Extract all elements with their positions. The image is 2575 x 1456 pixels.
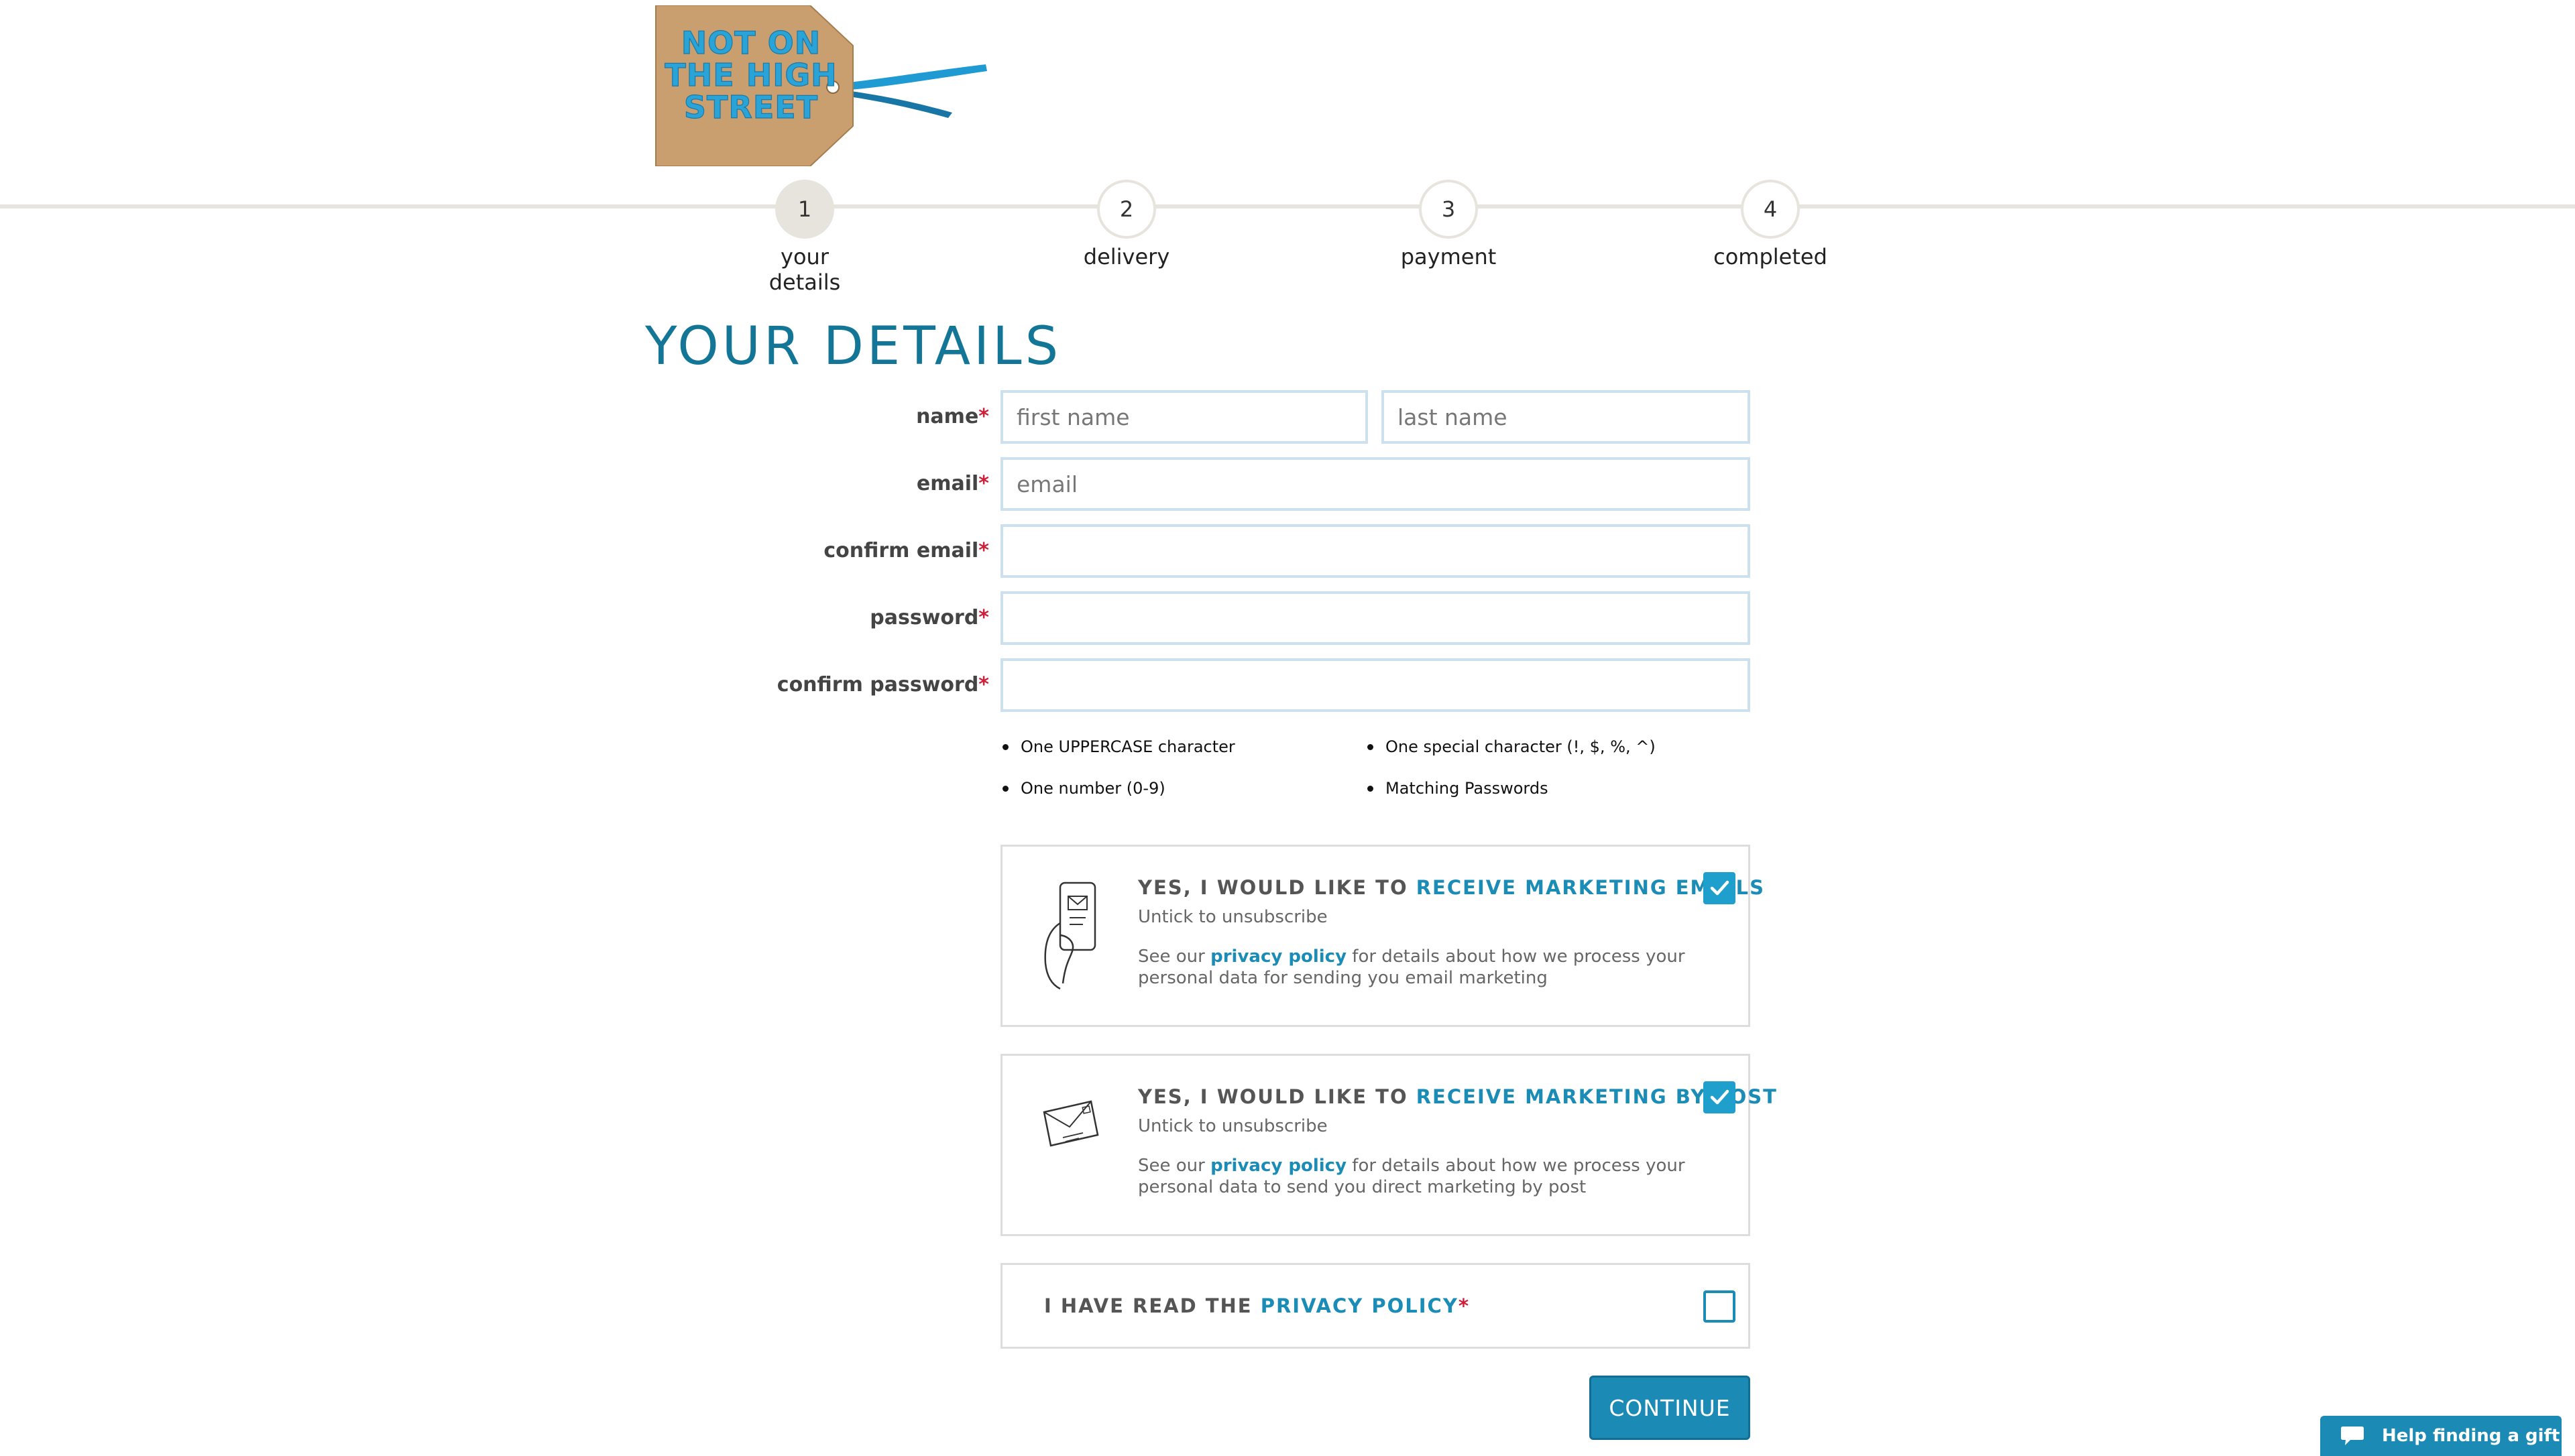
consent-heading: YES, I WOULD LIKE TO RECEIVE MARKETING E… xyxy=(1138,876,1766,899)
logo-line-1: NOT ON xyxy=(681,25,821,61)
consent-heading: YES, I WOULD LIKE TO RECEIVE MARKETING B… xyxy=(1138,1085,1778,1108)
password-input[interactable] xyxy=(1000,591,1750,645)
logo-line-2: THE HIGH xyxy=(665,57,837,93)
step-label: payment xyxy=(1400,244,1497,269)
phone-email-icon xyxy=(1044,882,1096,990)
password-rule: One number (0-9) xyxy=(1000,779,1235,798)
consent-description: See our privacy policy for details about… xyxy=(1138,1156,1685,1197)
step-number: 4 xyxy=(1741,180,1800,239)
marketing-post-consent: YES, I WOULD LIKE TO RECEIVE MARKETING B… xyxy=(1000,1054,1776,1236)
password-label: password* xyxy=(870,606,989,629)
first-name-input[interactable] xyxy=(1000,390,1368,444)
confirm-email-row: confirm email* xyxy=(671,524,1752,578)
privacy-policy-checkbox[interactable] xyxy=(1703,1290,1735,1323)
checkmark-icon xyxy=(1710,1089,1729,1105)
privacy-policy-link[interactable]: privacy policy xyxy=(1210,1156,1347,1176)
step-number: 2 xyxy=(1097,180,1156,239)
step-label: your details xyxy=(768,244,841,295)
confirm-email-input[interactable] xyxy=(1000,524,1750,578)
password-rules-right: One special character (!, $, %, ^) Match… xyxy=(1365,737,1656,821)
continue-button[interactable]: CONTINUE xyxy=(1589,1376,1750,1440)
confirm-password-label: confirm password* xyxy=(777,673,989,696)
name-row: name* xyxy=(671,390,1752,444)
consent-untick-note: Untick to unsubscribe xyxy=(1138,1116,1328,1136)
step-delivery: 2 delivery xyxy=(1026,180,1227,269)
envelope-icon xyxy=(1043,1100,1099,1147)
email-label: email* xyxy=(916,472,989,495)
checkmark-icon xyxy=(1710,880,1729,896)
password-rule: One special character (!, $, %, ^) xyxy=(1365,737,1656,756)
confirm-email-label: confirm email* xyxy=(823,539,989,562)
password-rules-left: One UPPERCASE character One number (0-9) xyxy=(1000,737,1235,821)
confirm-password-input[interactable] xyxy=(1000,658,1750,712)
help-finding-gift-button[interactable]: Help finding a gift xyxy=(2320,1416,2562,1456)
step-label: delivery xyxy=(1083,244,1170,269)
step-number: 3 xyxy=(1419,180,1478,239)
step-your-details: 1 your details xyxy=(704,180,905,295)
confirm-password-row: confirm password* xyxy=(671,658,1752,712)
marketing-email-consent: YES, I WOULD LIKE TO RECEIVE MARKETING E… xyxy=(1000,845,1764,1027)
progress-track xyxy=(0,204,2575,208)
name-label: name* xyxy=(916,405,989,428)
privacy-policy-agreement: I HAVE READ THE PRIVACY POLICY* xyxy=(1000,1263,1750,1349)
help-label: Help finding a gift xyxy=(2382,1426,2560,1446)
step-number: 1 xyxy=(775,180,834,239)
consent-untick-note: Untick to unsubscribe xyxy=(1138,907,1328,927)
privacy-policy-link[interactable]: privacy policy xyxy=(1210,947,1347,967)
last-name-input[interactable] xyxy=(1381,390,1750,444)
chat-bubble-icon xyxy=(2341,1427,2364,1445)
privacy-agreement-label: I HAVE READ THE PRIVACY POLICY* xyxy=(1044,1294,1471,1317)
page-title: YOUR DETAILS xyxy=(645,316,1062,377)
step-label: completed xyxy=(1713,244,1827,269)
marketing-email-checkbox[interactable] xyxy=(1703,872,1735,904)
password-rule: Matching Passwords xyxy=(1365,779,1656,798)
password-rule: One UPPERCASE character xyxy=(1000,737,1235,756)
marketing-post-checkbox[interactable] xyxy=(1703,1081,1735,1113)
privacy-policy-link[interactable]: PRIVACY POLICY xyxy=(1261,1294,1458,1317)
logo-line-3: STREET xyxy=(684,89,818,125)
step-payment: 3 payment xyxy=(1348,180,1549,269)
consent-description: See our privacy policy for details about… xyxy=(1138,947,1685,988)
site-logo[interactable]: NOT ON THE HIGH STREET xyxy=(650,5,999,167)
step-completed: 4 completed xyxy=(1670,180,1871,269)
email-input[interactable] xyxy=(1000,457,1750,511)
password-row: password* xyxy=(671,591,1752,645)
email-row: email* xyxy=(671,457,1752,511)
